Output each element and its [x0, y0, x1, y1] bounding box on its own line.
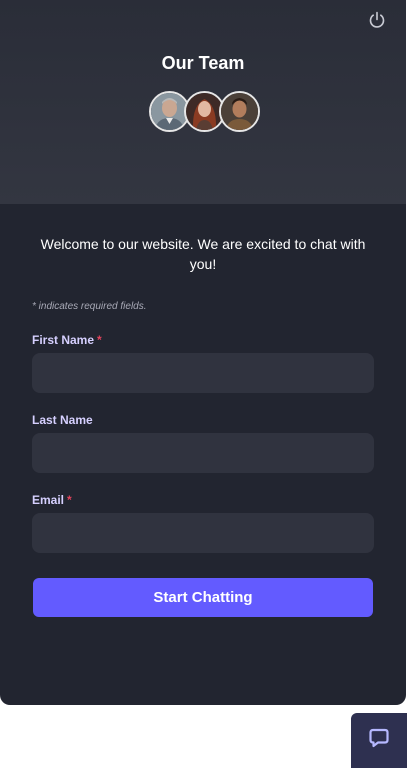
chat-bubble-icon: [368, 727, 390, 754]
welcome-message: Welcome to our website. We are excited t…: [40, 236, 366, 272]
first-name-input[interactable]: [32, 353, 374, 393]
email-input[interactable]: [32, 513, 374, 553]
first-name-label-text: First Name: [32, 333, 95, 347]
email-label-text: Email: [32, 493, 65, 507]
email-label: Email *: [32, 493, 72, 507]
team-header: Our Team: [0, 0, 406, 204]
last-name-label-text: Last Name: [32, 413, 93, 427]
last-name-label: Last Name: [32, 413, 93, 427]
power-icon[interactable]: [367, 10, 387, 30]
chat-widget-panel: Our Team Welcome to our website. We are …: [0, 0, 406, 705]
start-chatting-button[interactable]: Start Chatting: [33, 578, 373, 617]
last-name-input[interactable]: [32, 433, 374, 473]
chat-launcher-button[interactable]: [351, 713, 407, 768]
team-title: Our Team: [161, 53, 245, 73]
required-asterisk: *: [97, 333, 102, 347]
required-note: * indicates required fields.: [32, 301, 147, 312]
required-asterisk: *: [67, 493, 72, 507]
first-name-label: First Name *: [32, 333, 102, 347]
avatar: [219, 91, 260, 132]
